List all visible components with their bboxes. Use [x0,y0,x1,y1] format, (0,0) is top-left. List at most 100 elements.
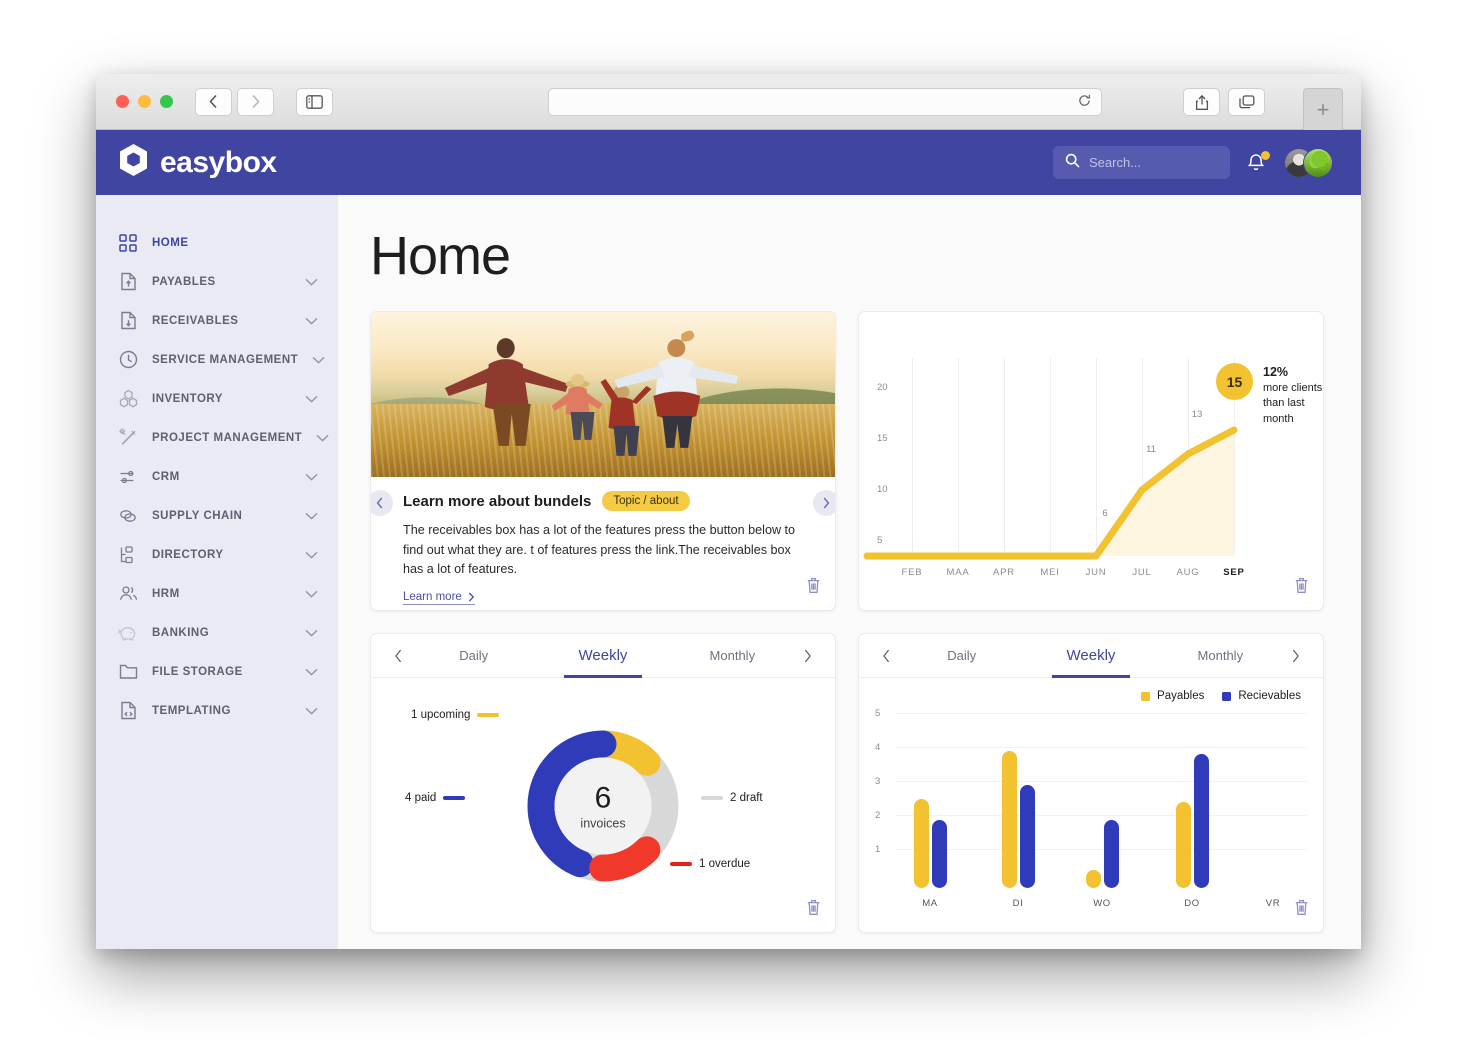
tab-monthly[interactable]: Monthly [668,634,797,678]
chevron-down-icon[interactable] [305,273,318,291]
folder-icon [118,662,138,682]
avatar[interactable] [1303,147,1333,178]
sidebar-item-receivables[interactable]: RECEIVABLES [96,301,338,340]
sidebar-item-service-management[interactable]: SERVICE MANAGEMENT [96,340,338,379]
chevron-down-icon[interactable] [305,390,318,408]
code-document-icon [118,701,138,721]
sidebar-item-home[interactable]: HOME [96,223,338,262]
maximize-window-button[interactable] [160,95,173,108]
toolbar-right-buttons [1183,88,1265,116]
trash-icon [1295,899,1308,915]
delete-card-button[interactable] [806,577,821,599]
chevron-down-icon[interactable] [305,624,318,642]
links-icon [118,506,138,526]
sidebar-item-templating[interactable]: TEMPLATING [96,691,338,730]
chevron-down-icon[interactable] [305,585,318,603]
sidebar-item-label: DIRECTORY [152,548,224,561]
sidebar-item-label: SERVICE MANAGEMENT [152,353,299,366]
x-tick: MAA [946,567,970,578]
tab-weekly[interactable]: Weekly [1026,634,1155,678]
search-input[interactable]: Search... [1053,146,1230,179]
brand-name: easybox [160,145,277,179]
new-tab-button[interactable]: + [1303,88,1343,130]
address-bar[interactable] [548,88,1102,116]
chevron-right-icon [1293,649,1300,662]
close-window-button[interactable] [116,95,129,108]
legend-label: Payables [1157,690,1205,702]
notifications-button[interactable] [1246,150,1270,175]
chevron-down-icon[interactable] [312,351,325,369]
chart-legend: Payables Recievables [1141,690,1301,702]
x-tick: WO [1093,898,1111,909]
header-actions: Search... [1053,146,1333,179]
avatar-group[interactable] [1284,147,1333,178]
sidebar-toggle-icon[interactable] [296,87,333,116]
family-silhouettes [444,330,739,456]
carousel-next-button[interactable] [813,490,835,516]
donut-label-paid: 4 paid [405,792,466,804]
donut-label-overdue: 1 overdue [670,858,750,870]
tabs-next-button[interactable] [1285,649,1307,663]
minimize-window-button[interactable] [138,95,151,108]
back-button[interactable] [195,87,232,116]
x-tick: DI [1012,898,1024,909]
tab-weekly[interactable]: Weekly [538,634,667,678]
forward-button[interactable] [237,87,274,116]
chevron-down-icon[interactable] [305,663,318,681]
delete-card-button[interactable] [1294,899,1309,921]
sidebar-item-label: HOME [152,236,189,249]
sidebar: HOME PAYABLES RECEIVABLES SERVICE MANAGE… [96,195,338,949]
chevron-down-icon[interactable] [305,468,318,486]
chevron-down-icon[interactable] [305,507,318,525]
point-label: 6 [1102,508,1108,519]
main-content: Home Learn more about bundels Topic / ab… [338,195,1361,949]
share-icon[interactable] [1183,88,1220,116]
bundles-description: The receivables box has a lot of the fea… [403,523,796,577]
sidebar-item-directory[interactable]: DIRECTORY [96,535,338,574]
tab-daily[interactable]: Daily [409,634,538,678]
sidebar-item-inventory[interactable]: INVENTORY [96,379,338,418]
sidebar-item-crm[interactable]: CRM [96,457,338,496]
bar-payables-ma [914,799,929,888]
chevron-down-icon[interactable] [316,429,329,447]
sliders-icon [118,467,138,487]
sidebar-item-label: CRM [152,470,180,483]
invoices-tabs: Daily Weekly Monthly [371,634,835,678]
sidebar-item-file-storage[interactable]: FILE STORAGE [96,652,338,691]
chevron-down-icon[interactable] [305,312,318,330]
tabs-prev-button[interactable] [875,649,897,663]
chevron-down-icon[interactable] [305,546,318,564]
bundles-card: Learn more about bundels Topic / about T… [370,311,836,611]
tab-overview-icon[interactable] [1228,88,1265,116]
chevron-down-icon[interactable] [305,702,318,720]
tab-monthly[interactable]: Monthly [1156,634,1285,678]
learn-more-label: Learn more [403,590,462,603]
app-header: easybox Search... [96,130,1361,195]
bar-receivables-di [1020,785,1035,888]
learn-more-link[interactable]: Learn more [403,591,475,605]
delete-card-button[interactable] [806,899,821,921]
sidebar-item-payables[interactable]: PAYABLES [96,262,338,301]
tabs-next-button[interactable] [797,649,819,663]
hierarchy-icon [118,545,138,565]
legend-item-payables: Payables [1141,690,1204,702]
bar-payables-do [1176,802,1191,888]
brand-logo[interactable]: easybox [118,143,277,182]
tabs-prev-button[interactable] [387,649,409,663]
hero-image [371,312,835,477]
sidebar-item-hrm[interactable]: HRM [96,574,338,613]
sidebar-item-supply-chain[interactable]: SUPPLY CHAIN [96,496,338,535]
sidebar-item-label: PAYABLES [152,275,216,288]
sidebar-item-label: TEMPLATING [152,704,231,717]
delete-card-button[interactable] [1294,577,1309,599]
hexagon-logo-icon [118,143,149,182]
reload-icon[interactable] [1078,94,1091,110]
sidebar-item-project-management[interactable]: PROJECT MANAGEMENT [96,418,338,457]
tab-daily[interactable]: Daily [897,634,1026,678]
document-up-icon [118,272,138,292]
window-controls [116,95,173,108]
chevron-left-icon [394,649,401,662]
sidebar-item-banking[interactable]: BANKING [96,613,338,652]
topic-badge: Topic / about [602,491,690,511]
grid-icon [118,233,138,253]
